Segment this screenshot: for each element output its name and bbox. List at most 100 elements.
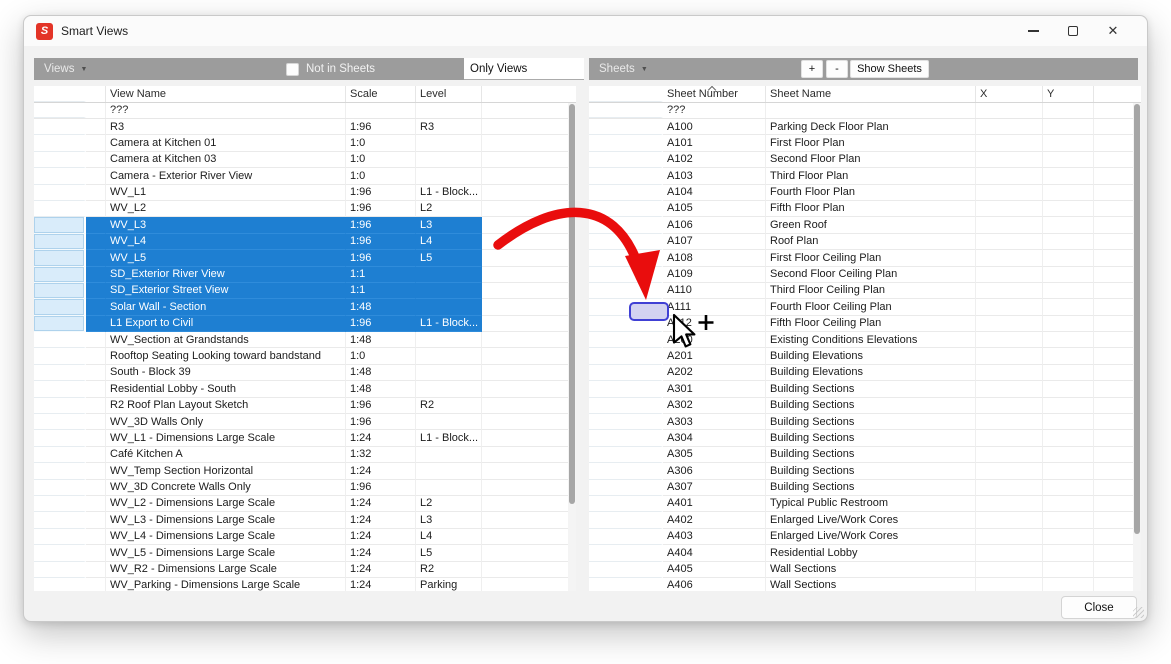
sheet-name-cell[interactable]: Fourth Floor Ceiling Plan (766, 299, 976, 316)
scale-cell[interactable]: 1:96 (346, 233, 416, 251)
sheet-name-cell[interactable]: Enlarged Live/Work Cores (766, 512, 976, 529)
scale-cell[interactable]: 1:24 (346, 463, 416, 480)
view-row[interactable]: WV_3D Walls Only 1:96 (34, 414, 576, 431)
view-name-cell[interactable]: WV_Section at Grandstands (106, 332, 346, 349)
scale-cell[interactable]: 1:48 (346, 299, 416, 316)
title-bar[interactable]: S Smart Views ✕ (24, 16, 1147, 46)
level-cell[interactable] (416, 463, 482, 480)
view-name-cell[interactable]: Rooftop Seating Looking toward bandstand (106, 348, 346, 365)
view-row[interactable]: WV_L5 1:96 L5 (34, 250, 576, 267)
sheet-row[interactable]: A112 Fifth Floor Ceiling Plan (589, 315, 1141, 333)
sheet-row[interactable]: A108 First Floor Ceiling Plan (589, 250, 1141, 267)
view-row[interactable]: WV_3D Concrete Walls Only 1:96 (34, 479, 576, 496)
view-row[interactable]: R3 1:96 R3 (34, 119, 576, 136)
level-cell[interactable]: L1 - Block... (416, 184, 482, 201)
view-name-cell[interactable]: WV_L4 (106, 233, 346, 251)
sheet-name-cell[interactable]: Enlarged Live/Work Cores (766, 528, 976, 546)
sheet-number-cell[interactable]: A406 (663, 577, 766, 591)
sheet-row[interactable]: A405 Wall Sections (589, 561, 1141, 578)
level-cell[interactable]: Parking (416, 577, 482, 591)
level-cell[interactable] (416, 266, 482, 283)
scale-cell[interactable]: 1:48 (346, 381, 416, 398)
close-window-button[interactable]: ✕ (1093, 16, 1133, 46)
level-cell[interactable]: R2 (416, 397, 482, 415)
view-row[interactable]: WV_Temp Section Horizontal 1:24 (34, 463, 576, 480)
level-cell[interactable] (416, 151, 482, 169)
sheet-number-cell[interactable]: A404 (663, 545, 766, 562)
scrollbar-thumb[interactable] (569, 104, 575, 504)
sheets-menu[interactable]: Sheets ▼ (599, 63, 648, 75)
view-row[interactable]: Café Kitchen A 1:32 (34, 446, 576, 464)
level-cell[interactable]: L3 (416, 512, 482, 529)
view-name-cell[interactable]: WV_L5 - Dimensions Large Scale (106, 545, 346, 562)
not-in-sheets-checkbox[interactable]: Not in Sheets (286, 58, 375, 80)
sheet-name-cell[interactable]: Fifth Floor Ceiling Plan (766, 315, 976, 333)
scale-cell[interactable]: 1:1 (346, 282, 416, 300)
sheet-number-cell[interactable]: A200 (663, 332, 766, 349)
scale-cell[interactable]: 1:24 (346, 512, 416, 529)
view-name-cell[interactable]: WV_L1 - Dimensions Large Scale (106, 430, 346, 447)
column-header-level[interactable]: Level (416, 86, 482, 102)
sheet-name-cell[interactable]: Parking Deck Floor Plan (766, 119, 976, 136)
view-name-cell[interactable]: Residential Lobby - South (106, 381, 346, 398)
sheet-number-cell[interactable]: A401 (663, 495, 766, 513)
view-name-cell[interactable]: R3 (106, 119, 346, 136)
sheets-filter-cell[interactable]: ??? (663, 103, 766, 118)
view-row[interactable]: WV_R2 - Dimensions Large Scale 1:24 R2 (34, 561, 576, 578)
sheet-number-cell[interactable]: A402 (663, 512, 766, 529)
sheet-name-cell[interactable]: Building Sections (766, 463, 976, 480)
sheet-name-cell[interactable]: Roof Plan (766, 233, 976, 251)
view-name-cell[interactable]: WV_Parking - Dimensions Large Scale (106, 577, 346, 591)
sheet-number-cell[interactable]: A201 (663, 348, 766, 365)
sheet-row[interactable]: A306 Building Sections (589, 463, 1141, 480)
view-row[interactable]: WV_Parking - Dimensions Large Scale 1:24 P… (34, 577, 576, 591)
view-name-cell[interactable]: SD_Exterior Street View (106, 282, 346, 300)
sheet-row[interactable]: A402 Enlarged Live/Work Cores (589, 512, 1141, 529)
views-filter-row[interactable]: ??? (34, 103, 576, 119)
level-cell[interactable]: L4 (416, 528, 482, 546)
sheet-name-cell[interactable]: Typical Public Restroom (766, 495, 976, 513)
sheet-number-cell[interactable]: A108 (663, 250, 766, 267)
sheet-name-cell[interactable]: Building Sections (766, 479, 976, 496)
view-row[interactable]: L1 Export to Civil 1:96 L1 - Block... (34, 315, 576, 333)
scale-cell[interactable]: 1:96 (346, 250, 416, 267)
remove-sheet-button[interactable]: - (826, 60, 848, 78)
sheet-row[interactable]: A403 Enlarged Live/Work Cores (589, 528, 1141, 546)
sheet-number-cell[interactable]: A101 (663, 135, 766, 152)
sheet-row[interactable]: A406 Wall Sections (589, 577, 1141, 591)
sheet-number-cell[interactable]: A403 (663, 528, 766, 546)
view-row[interactable]: WV_L4 - Dimensions Large Scale 1:24 L4 (34, 528, 576, 546)
sheet-row[interactable]: A302 Building Sections (589, 397, 1141, 415)
sheet-number-cell[interactable]: A111 (663, 299, 766, 316)
view-row[interactable]: Rooftop Seating Looking toward bandstand… (34, 348, 576, 365)
level-cell[interactable]: L2 (416, 495, 482, 513)
sheet-name-cell[interactable]: Green Roof (766, 217, 976, 234)
view-row[interactable]: WV_L2 - Dimensions Large Scale 1:24 L2 (34, 495, 576, 513)
sheet-number-cell[interactable]: A102 (663, 151, 766, 169)
views-scrollbar[interactable] (568, 103, 576, 591)
scale-cell[interactable]: 1:96 (346, 414, 416, 431)
sheet-name-cell[interactable]: Building Sections (766, 397, 976, 415)
scale-cell[interactable]: 1:96 (346, 479, 416, 496)
maximize-button[interactable] (1053, 16, 1093, 46)
view-row[interactable]: Camera at Kitchen 03 1:0 (34, 151, 576, 169)
scale-cell[interactable]: 1:24 (346, 430, 416, 447)
level-cell[interactable]: R2 (416, 561, 482, 578)
sheet-number-cell[interactable]: A110 (663, 282, 766, 300)
sheet-row[interactable]: A105 Fifth Floor Plan (589, 200, 1141, 218)
sheet-number-cell[interactable]: A202 (663, 364, 766, 382)
sheet-number-cell[interactable]: A305 (663, 446, 766, 464)
scale-cell[interactable]: 1:32 (346, 446, 416, 464)
sheet-name-cell[interactable]: Existing Conditions Elevations (766, 332, 976, 349)
scale-cell[interactable]: 1:96 (346, 397, 416, 415)
view-row[interactable]: Camera - Exterior River View 1:0 (34, 168, 576, 185)
scale-cell[interactable]: 1:24 (346, 561, 416, 578)
view-row[interactable]: WV_L2 1:96 L2 (34, 200, 576, 218)
view-row[interactable]: WV_L3 1:96 L3 (34, 217, 576, 234)
sheet-row[interactable]: A304 Building Sections (589, 430, 1141, 447)
sheet-name-cell[interactable]: Second Floor Plan (766, 151, 976, 169)
column-header-y[interactable]: Y (1043, 86, 1094, 102)
sheet-row[interactable]: A104 Fourth Floor Plan (589, 184, 1141, 201)
scale-cell[interactable]: 1:0 (346, 135, 416, 152)
level-cell[interactable]: L2 (416, 200, 482, 218)
